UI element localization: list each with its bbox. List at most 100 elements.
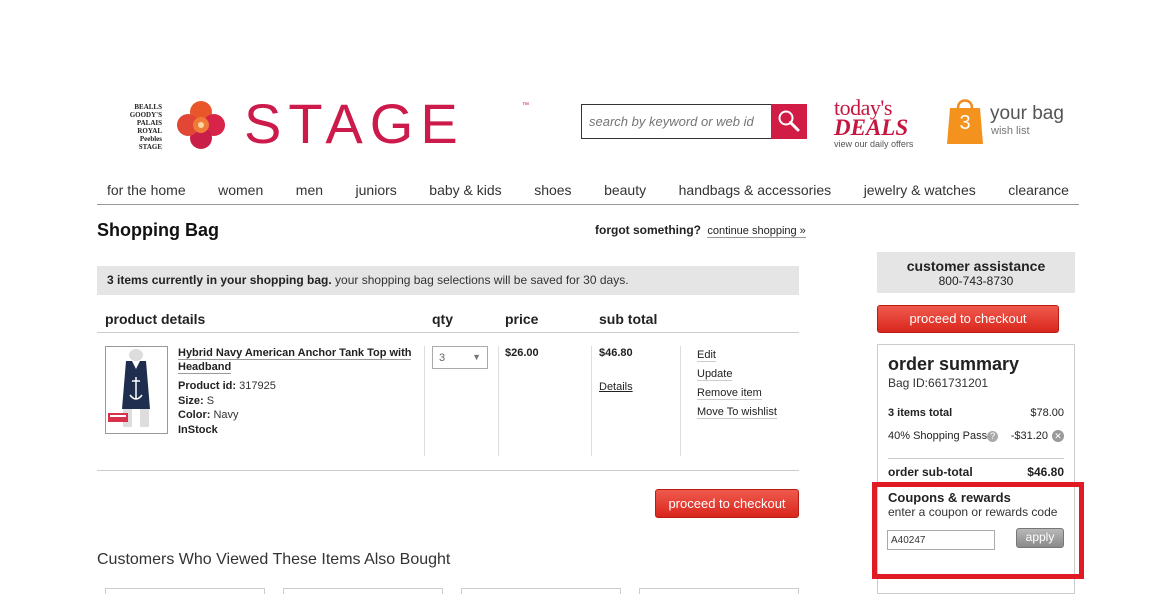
items-total-row: 3 items total $78.00	[888, 407, 1064, 419]
details-link[interactable]: Details	[599, 381, 633, 393]
nav-for-the-home[interactable]: for the home	[107, 182, 186, 204]
stage-flower-logo-icon[interactable]	[176, 100, 226, 150]
apply-coupon-button[interactable]: apply	[1016, 528, 1064, 548]
nav-beauty[interactable]: beauty	[604, 182, 646, 204]
main-nav: for the home women men juniors baby & ki…	[97, 176, 1079, 205]
remove-item-link[interactable]: Remove item	[697, 384, 777, 403]
bag-id: Bag ID:661731201	[888, 376, 989, 390]
update-link[interactable]: Update	[697, 365, 777, 384]
nav-baby-kids[interactable]: baby & kids	[429, 182, 501, 204]
page-title: Shopping Bag	[97, 220, 219, 240]
forgot-label: forgot something?	[595, 223, 701, 237]
chevron-down-icon: ▼	[472, 352, 481, 362]
nav-jewelry-watches[interactable]: jewelry & watches	[864, 182, 976, 204]
brand-bealls: BEALLS	[134, 103, 162, 111]
coupon-code-input[interactable]	[887, 530, 995, 550]
order-subtotal-value: $46.80	[1027, 465, 1064, 479]
item-actions: Edit Update Remove item Move To wishlist	[697, 346, 777, 422]
bag-notice-text: your shopping bag selections will be sav…	[331, 273, 629, 287]
recommendation-card[interactable]	[105, 588, 265, 594]
stock-status: InStock	[178, 423, 218, 436]
sister-brands: BEALLS GOODY'S PALAIS ROYAL Peebles STAG…	[112, 103, 162, 151]
remove-item-label: Remove item	[697, 387, 762, 400]
column-divider	[424, 346, 425, 456]
brand-goodys: GOODY'S	[129, 111, 162, 119]
product-meta: Product id: 317925 Size: S Color: Navy I…	[178, 379, 276, 437]
shopping-pass-label: 40% Shopping Pass	[888, 430, 988, 442]
search-button[interactable]	[771, 104, 807, 139]
column-divider	[498, 346, 499, 456]
item-price: $26.00	[505, 347, 539, 359]
assist-phone: 800-743-8730	[938, 274, 1014, 288]
nav-juniors[interactable]: juniors	[356, 182, 397, 204]
help-icon[interactable]: ?	[987, 431, 999, 442]
assist-title: customer assistance	[906, 258, 1046, 274]
your-bag-link[interactable]: your bag	[990, 103, 1064, 125]
also-bought-heading: Customers Who Viewed These Items Also Bo…	[97, 551, 451, 568]
update-label: Update	[697, 368, 733, 381]
col-price: price	[505, 311, 539, 327]
edit-link[interactable]: Edit	[697, 346, 777, 365]
divider	[888, 458, 1064, 459]
nav-handbags-accessories[interactable]: handbags & accessories	[679, 182, 832, 204]
product-thumbnail[interactable]	[105, 346, 168, 434]
color-label: Color:	[178, 409, 211, 421]
coupon-title: Coupons & rewards	[888, 490, 1011, 505]
move-to-wishlist-link[interactable]: Move To wishlist	[697, 403, 777, 422]
product-size: S	[206, 394, 215, 407]
product-color: Navy	[213, 409, 239, 421]
size-label: Size:	[178, 394, 204, 407]
col-subtotal: sub total	[599, 311, 658, 327]
coupon-instructions: enter a coupon or rewards code	[888, 505, 1058, 519]
search-icon	[778, 110, 800, 132]
quantity-select[interactable]: 3 ▼	[432, 346, 488, 369]
search-input[interactable]	[583, 106, 773, 137]
nav-men[interactable]: men	[296, 182, 323, 204]
stage-logo[interactable]: STAGE	[244, 94, 465, 154]
product-name-link[interactable]: Hybrid Navy American Anchor Tank Top wit…	[178, 346, 418, 374]
recommendation-card[interactable]	[639, 588, 799, 594]
wish-list-link[interactable]: wish list	[991, 125, 1030, 137]
items-total-value: $78.00	[1030, 407, 1064, 419]
shopping-pass-value: -$31.20	[1010, 430, 1048, 442]
col-product-details: product details	[105, 311, 206, 327]
deals-big-text: DEALS	[834, 115, 909, 140]
todays-deals-link[interactable]: today's DEALS view our daily offers	[834, 97, 934, 150]
recommendation-card[interactable]	[283, 588, 443, 594]
brand-palais-royal: PALAIS ROYAL	[136, 119, 162, 135]
product-name: Hybrid Navy American Anchor Tank Top wit…	[178, 347, 412, 374]
forgot-something: forgot something? continue shopping »	[595, 223, 806, 238]
brand-stage: STAGE	[138, 143, 162, 151]
product-id: 317925	[239, 380, 276, 392]
edit-label: Edit	[697, 349, 716, 362]
trademark: ™	[522, 102, 529, 109]
nav-shoes[interactable]: shoes	[534, 182, 571, 204]
shopping-pass-row: 40% Shopping Pass? -$31.20 ✕	[888, 430, 1064, 442]
tank-top-image-icon	[106, 347, 167, 433]
item-subtotal: $46.80	[599, 347, 633, 359]
order-subtotal-row: order sub-total $46.80	[888, 465, 1064, 479]
move-to-wishlist-label: Move To wishlist	[697, 406, 777, 419]
bag-notice-count: 3 items currently in your shopping bag.	[107, 273, 332, 287]
customer-assistance: customer assistance 800-743-8730	[877, 252, 1075, 293]
brand-peebles: Peebles	[139, 135, 162, 143]
column-divider	[591, 346, 592, 456]
divider	[97, 470, 799, 471]
recommendation-card[interactable]	[461, 588, 621, 594]
bag-notice: 3 items currently in your shopping bag. …	[97, 266, 799, 295]
quantity-value: 3	[439, 352, 446, 364]
proceed-to-checkout-button[interactable]: proceed to checkout	[655, 489, 799, 518]
continue-shopping-link[interactable]: continue shopping »	[707, 225, 806, 238]
nav-women[interactable]: women	[218, 182, 263, 204]
column-divider	[680, 346, 681, 456]
remove-discount-icon[interactable]: ✕	[1052, 430, 1064, 442]
nav-clearance[interactable]: clearance	[1008, 182, 1069, 204]
product-id-label: Product id:	[178, 380, 237, 392]
divider	[97, 332, 799, 333]
deals-subtext: view our daily offers	[834, 139, 914, 149]
order-summary-title: order summary	[888, 354, 1020, 374]
shopping-bag-icon[interactable]: 3	[947, 96, 983, 144]
sidebar-checkout-button[interactable]: proceed to checkout	[877, 305, 1059, 333]
items-total-label: 3 items total	[888, 407, 953, 419]
bag-count: 3	[959, 112, 971, 134]
